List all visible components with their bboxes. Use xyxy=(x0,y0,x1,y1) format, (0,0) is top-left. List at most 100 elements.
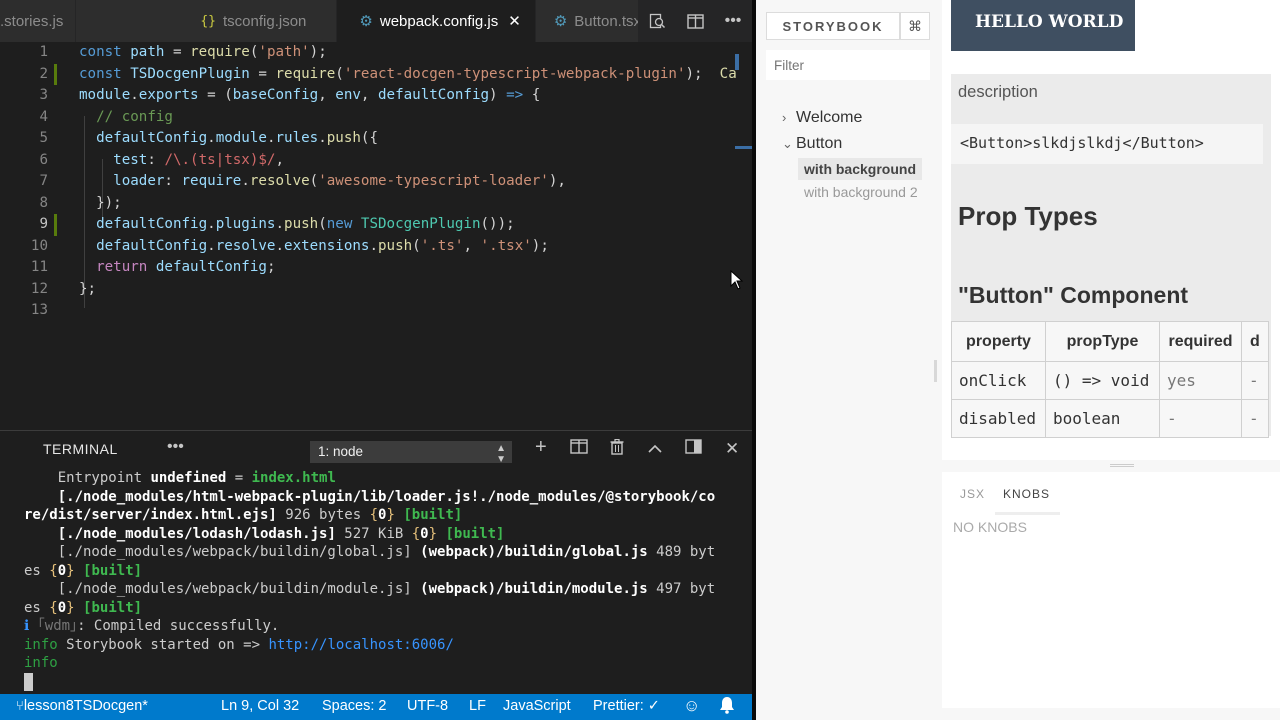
nav-item-welcome[interactable]: › Welcome xyxy=(782,109,862,127)
tab-label: Button.tsx xyxy=(574,12,641,30)
filter-input[interactable] xyxy=(766,50,930,80)
terminal-line: [./node_modules/lodash/lodash.js] 527 Ki… xyxy=(57,525,505,542)
code-example: <Button>slkdjslkdj</Button> xyxy=(951,124,1263,164)
tab-webpack-config[interactable]: ⚙ webpack.config.js ✕ xyxy=(337,0,536,42)
terminal-line: Entrypoint undefined = index.html xyxy=(24,470,336,486)
code-line: const path = require('path'); xyxy=(79,44,327,60)
table-cell: - xyxy=(1159,399,1242,438)
prettier-status[interactable]: Prettier: ✓ xyxy=(593,698,660,714)
git-modified-marker xyxy=(54,63,57,85)
code-line: module.exports = (baseConfig, env, defau… xyxy=(79,87,541,103)
split-terminal-icon[interactable] xyxy=(570,439,588,459)
terminal-line: es {0} [built] xyxy=(24,599,143,616)
panel-resize-handle[interactable] xyxy=(1110,464,1134,467)
active-tab-indicator xyxy=(995,512,1060,515)
chevron-right-icon: › xyxy=(782,110,787,125)
sidebar-resize-handle[interactable] xyxy=(934,360,937,382)
shell-select-value: 1: node xyxy=(318,444,364,459)
panel-position-icon[interactable] xyxy=(685,439,702,459)
terminal-caret xyxy=(24,673,33,691)
line-number: 5 xyxy=(39,130,48,146)
column-header: d xyxy=(1241,321,1269,362)
storybook-brand-button[interactable]: STORYBOOK xyxy=(766,12,900,40)
language-mode[interactable]: JavaScript xyxy=(503,698,571,714)
code-line: defaultConfig.module.rules.push({ xyxy=(96,130,379,146)
branch-indicator[interactable]: ⑂lesson8TSDocgen* xyxy=(16,698,148,714)
prop-types-heading: Prop Types xyxy=(958,201,1098,231)
terminal-line: info Storybook started on => http://loca… xyxy=(24,636,454,653)
no-knobs-message: NO KNOBS xyxy=(953,519,1027,535)
tab-knobs[interactable]: KNOBS xyxy=(1003,487,1050,501)
table-row: onClick () => void yes - xyxy=(951,361,1269,400)
shortcuts-button[interactable]: ⌘ xyxy=(900,12,930,40)
nav-item-button[interactable]: ⌄ Button xyxy=(782,135,842,153)
chevron-up-icon[interactable] xyxy=(648,439,662,459)
line-number: 8 xyxy=(39,194,48,211)
prop-types-table: property propType required d onClick () … xyxy=(951,321,1269,438)
code-line: defaultConfig.plugins.push(new TSDocgenP… xyxy=(96,216,515,232)
terminal-line: [./node_modules/html-webpack-plugin/lib/… xyxy=(57,488,716,505)
line-number: 10 xyxy=(30,237,48,254)
terminal-line: info xyxy=(24,655,58,671)
hello-world-button[interactable]: HELLO WORLD xyxy=(951,0,1135,51)
plus-icon[interactable]: + xyxy=(535,436,547,459)
bell-icon[interactable] xyxy=(719,696,735,718)
table-cell: disabled xyxy=(951,399,1046,438)
table-row: disabled boolean - - xyxy=(951,399,1269,438)
code-editor[interactable]: 1 const path = require('path'); 2 const TS… xyxy=(0,42,752,430)
vscode-window: .stories.js {} tsconfig.json ⚙ webpack.c… xyxy=(0,0,752,720)
line-number: 11 xyxy=(30,259,48,275)
line-ending[interactable]: LF xyxy=(469,698,486,714)
table-cell: onClick xyxy=(951,361,1046,400)
editor-actions: ••• xyxy=(638,0,752,42)
code-line: // config xyxy=(96,108,173,125)
smiley-icon[interactable]: ☺ xyxy=(683,696,700,716)
open-changes-icon[interactable] xyxy=(638,0,676,42)
code-line: const TSDocgenPlugin = require('react-do… xyxy=(79,65,737,82)
status-bar: ⑂lesson8TSDocgen* Ln 9, Col 32 Spaces: 2… xyxy=(0,694,752,720)
code-line: defaultConfig.resolve.extensions.push('.… xyxy=(96,237,549,254)
split-editor-icon[interactable] xyxy=(676,0,714,42)
code-line: }); xyxy=(79,194,122,211)
cursor-position[interactable]: Ln 9, Col 32 xyxy=(221,698,299,714)
line-number: 3 xyxy=(39,87,48,103)
tab-stories-js[interactable]: .stories.js xyxy=(0,0,77,42)
terminal-shell-select[interactable]: 1: node ▲ ▼ xyxy=(310,441,512,465)
close-icon[interactable]: ✕ xyxy=(725,439,739,459)
code-line: loader: require.resolve('awesome-typescr… xyxy=(113,173,566,189)
mouse-cursor-icon xyxy=(730,269,744,295)
story-with-background[interactable]: with background xyxy=(798,158,922,180)
table-cell: boolean xyxy=(1045,399,1160,438)
terminal-line: ℹ ｢wdm｣: Compiled successfully. xyxy=(24,618,280,634)
trash-icon[interactable] xyxy=(610,438,624,460)
table-cell: () => void xyxy=(1045,361,1160,400)
close-icon[interactable]: ✕ xyxy=(508,12,521,30)
terminal-line: [./node_modules/webpack/buildin/global.j… xyxy=(24,544,716,560)
line-number: 1 xyxy=(39,44,48,60)
line-number: 12 xyxy=(30,280,48,297)
indentation[interactable]: Spaces: 2 xyxy=(322,698,387,714)
description-label: description xyxy=(958,83,1038,101)
tab-jsx[interactable]: JSX xyxy=(960,487,985,501)
git-branch-icon: ⑂ xyxy=(16,698,24,713)
line-number: 2 xyxy=(39,65,48,82)
story-with-background-2[interactable]: with background 2 xyxy=(798,181,924,203)
terminal-line: [./node_modules/webpack/buildin/module.j… xyxy=(24,581,716,597)
line-number: 13 xyxy=(30,302,48,318)
gear-icon: ⚙ xyxy=(359,13,373,30)
more-actions-icon[interactable]: ••• xyxy=(714,0,752,42)
terminal-panel: TERMINAL ••• 1: node ▲ ▼ + ✕ Entrypoint … xyxy=(0,430,752,694)
line-number: 4 xyxy=(39,108,48,125)
table-cell: yes xyxy=(1159,361,1242,400)
json-file-icon: {} xyxy=(200,13,217,29)
tab-terminal[interactable]: TERMINAL xyxy=(43,441,118,457)
tab-tsconfig-json[interactable]: {} tsconfig.json xyxy=(76,0,338,42)
terminal-output[interactable]: Entrypoint undefined = index.html [./nod… xyxy=(24,469,744,673)
info-panel: description <Button>slkdjslkdj</Button> … xyxy=(951,74,1271,438)
code-line: return defaultConfig; xyxy=(96,259,276,275)
encoding[interactable]: UTF-8 xyxy=(407,698,448,714)
terminal-line: es {0} [built] xyxy=(24,562,143,579)
more-icon[interactable]: ••• xyxy=(167,438,184,456)
story-preview: HELLO WORLD description <Button>slkdjslk… xyxy=(942,0,1280,460)
addons-panel: JSX KNOBS NO KNOBS xyxy=(942,464,1280,708)
